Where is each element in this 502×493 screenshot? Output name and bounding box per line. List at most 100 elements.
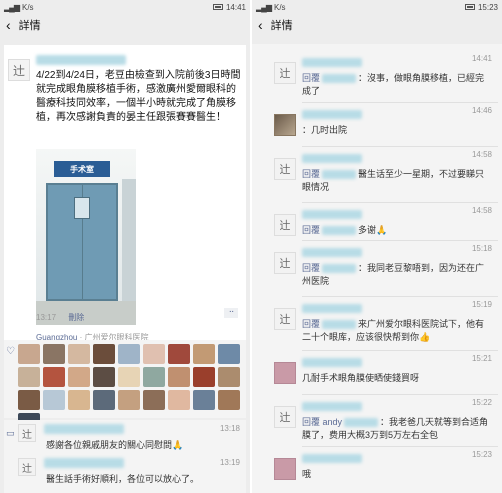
- post-meta: 13:17 刪除 ··: [36, 307, 246, 324]
- poster-name-redacted: [36, 55, 126, 65]
- photo-side-wall: [122, 179, 136, 303]
- commenter-name-redacted: [302, 402, 362, 411]
- likes-section: ♡: [4, 340, 246, 433]
- commenter-name-redacted: [302, 358, 362, 367]
- status-bar: ▂▄▆ K/s 15:23: [252, 0, 502, 14]
- avatar[interactable]: 辻: [274, 252, 296, 274]
- avatar[interactable]: 辻: [274, 158, 296, 180]
- divider: [302, 394, 498, 395]
- comment-text: 哦: [302, 468, 492, 481]
- nav-bar: ‹ 詳情: [252, 14, 502, 36]
- liker-avatar[interactable]: [168, 367, 190, 387]
- commenter-name-redacted: [302, 58, 362, 67]
- reply-prefix: 回覆: [302, 319, 321, 329]
- door-window: [74, 197, 90, 219]
- liker-avatar[interactable]: [168, 390, 190, 410]
- comment-time: 15:23: [471, 450, 492, 459]
- divider: [302, 146, 498, 147]
- avatar[interactable]: 辻: [8, 59, 30, 81]
- liker-avatar[interactable]: [143, 344, 165, 364]
- comment-time: 14:58: [471, 150, 492, 159]
- comment-time: 15:21: [471, 354, 492, 363]
- liker-avatar[interactable]: [18, 344, 40, 364]
- comment-body: ：几时出院: [302, 125, 348, 135]
- liker-avatar[interactable]: [118, 390, 140, 410]
- avatar[interactable]: 辻: [274, 62, 296, 84]
- comment-text: 几耐手术眼角膜使晒使錢買呀: [302, 372, 492, 385]
- comment-time: 15:19: [471, 300, 492, 309]
- liker-avatar[interactable]: [193, 344, 215, 364]
- battery-icon: [212, 4, 223, 10]
- comments-section: ▭ 辻 13:18 感謝各位親戚朋友的關心同慰問🙏 辻 13:19 醫生話手術好…: [4, 420, 246, 493]
- liker-avatar[interactable]: [68, 344, 90, 364]
- delete-link[interactable]: 刪除: [68, 313, 84, 322]
- liker-avatar[interactable]: [193, 367, 215, 387]
- comment-text: 回覆 醫生话至少一星期，不过要睇只眼情况: [302, 168, 492, 194]
- status-time: 15:23: [477, 2, 498, 12]
- reply-target-redacted: [322, 226, 357, 236]
- liker-avatar[interactable]: [143, 367, 165, 387]
- commenter-name-redacted: [302, 210, 362, 219]
- comment-time: 14:46: [471, 106, 492, 115]
- back-arrow-icon[interactable]: ‹: [6, 18, 11, 32]
- page-title: 詳情: [18, 20, 41, 32]
- post-photo[interactable]: 手术室: [36, 149, 136, 325]
- commenter-name-redacted: [44, 458, 124, 468]
- liker-avatar[interactable]: [118, 344, 140, 364]
- commenter-name-redacted: [302, 154, 362, 163]
- commenter-name-redacted: [302, 248, 362, 257]
- avatar[interactable]: 辻: [274, 308, 296, 330]
- divider: [302, 102, 498, 103]
- avatar[interactable]: 辻: [274, 406, 296, 428]
- avatar[interactable]: [274, 114, 296, 136]
- liker-avatar[interactable]: [218, 390, 240, 410]
- liker-avatar[interactable]: [68, 367, 90, 387]
- liker-avatar[interactable]: [218, 344, 240, 364]
- liker-avatar[interactable]: [18, 390, 40, 410]
- avatar[interactable]: 辻: [18, 424, 36, 442]
- liker-avatar[interactable]: [43, 390, 65, 410]
- liker-avatar[interactable]: [93, 390, 115, 410]
- heart-icon: ♡: [6, 346, 15, 357]
- liker-avatar[interactable]: [93, 367, 115, 387]
- avatar[interactable]: 辻: [274, 214, 296, 236]
- nav-bar: ‹ 詳情: [0, 14, 250, 36]
- comment-time: 14:58: [471, 206, 492, 215]
- more-button[interactable]: ··: [224, 307, 238, 318]
- battery-icon: [464, 4, 475, 10]
- liker-avatar[interactable]: [193, 390, 215, 410]
- liker-avatar[interactable]: [43, 344, 65, 364]
- liker-avatar[interactable]: [118, 367, 140, 387]
- comment-time: 13:18: [219, 424, 240, 433]
- liker-avatar[interactable]: [18, 367, 40, 387]
- avatar[interactable]: 辻: [18, 458, 36, 476]
- operating-room-door: [46, 183, 118, 301]
- comment-time: 15:22: [471, 398, 492, 407]
- network-speed: K/s: [21, 2, 34, 12]
- comment-time: 15:18: [471, 244, 492, 253]
- comment-text: 回覆 多谢🙏: [302, 224, 492, 237]
- liker-avatar[interactable]: [68, 390, 90, 410]
- post-text: 4/22到4/24日，老豆由檢查到入院前後3日時間就完成眼角膜移植手術，感激廣州…: [36, 70, 241, 123]
- comment-text: 感謝各位親戚朋友的關心同慰問🙏: [46, 440, 184, 450]
- commenter-name-redacted: [302, 110, 362, 119]
- divider: [302, 240, 498, 241]
- avatar[interactable]: [274, 458, 296, 480]
- reply-prefix: 回覆: [302, 73, 321, 83]
- network-speed: K/s: [273, 2, 286, 12]
- divider: [302, 350, 498, 351]
- reply-prefix: 回覆: [302, 263, 321, 273]
- reply-target-redacted: [322, 320, 357, 330]
- back-arrow-icon[interactable]: ‹: [258, 18, 263, 32]
- liker-avatar[interactable]: [93, 344, 115, 364]
- liker-avatar[interactable]: [168, 344, 190, 364]
- liker-avatar[interactable]: [143, 390, 165, 410]
- commenter-name-redacted: [302, 304, 362, 313]
- comment-body: 多谢🙏: [358, 225, 388, 235]
- operating-room-sign: 手术室: [54, 161, 110, 177]
- liker-avatar[interactable]: [43, 367, 65, 387]
- liker-avatar[interactable]: [218, 367, 240, 387]
- avatar[interactable]: [274, 362, 296, 384]
- comment-body: 哦: [302, 469, 312, 479]
- commenter-name-redacted: [44, 424, 124, 434]
